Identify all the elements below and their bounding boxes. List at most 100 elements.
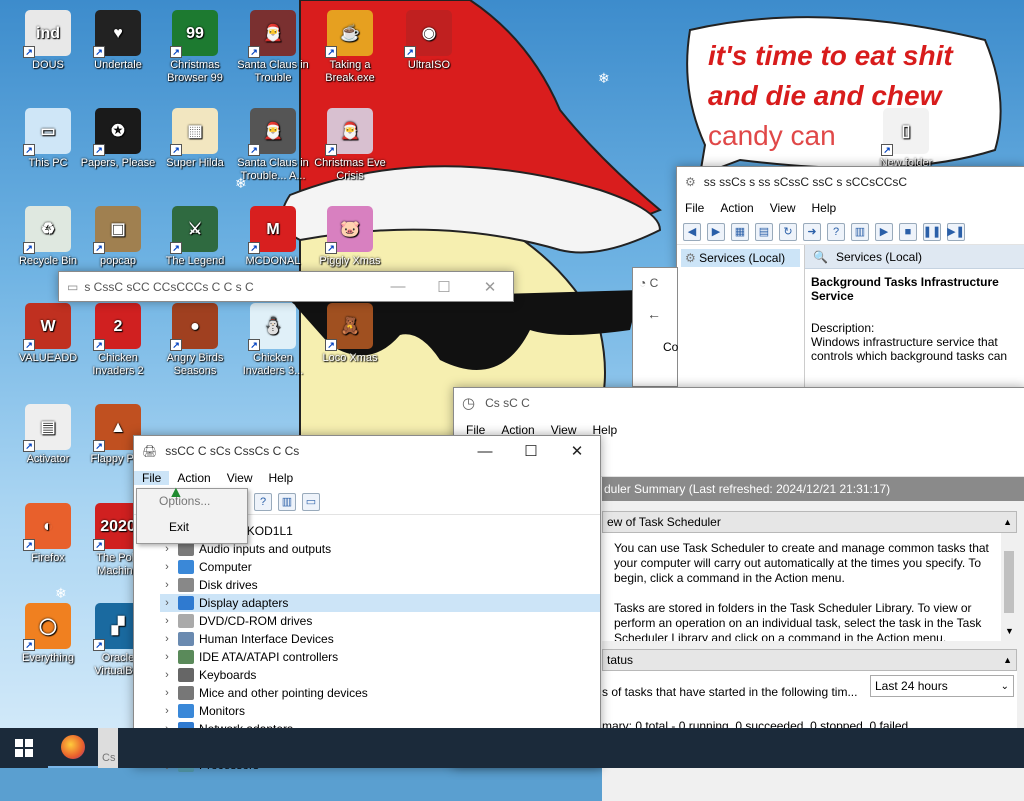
monitor-icon[interactable]: ▭	[302, 492, 320, 511]
desktop-icon[interactable]: 🎅 ↗ Santa Claus in Trouble... A...	[235, 108, 311, 183]
menu-view[interactable]: View	[219, 471, 261, 485]
desktop-icon[interactable]: 99 ↗ Christmas Browser 99	[157, 10, 233, 85]
start-button[interactable]	[0, 728, 48, 768]
chevron-right-icon[interactable]: ›	[160, 705, 174, 717]
chevron-right-icon[interactable]: ›	[160, 687, 174, 699]
desktop-icon[interactable]: ind ↗ DOUS	[10, 10, 86, 72]
desktop-icon[interactable]: ◯ ↗ Everything	[10, 603, 86, 665]
chevron-right-icon[interactable]: ›	[160, 633, 174, 645]
chevron-right-icon[interactable]: ›	[160, 579, 174, 591]
view-icon[interactable]: ▥	[278, 492, 296, 511]
desktop-icon[interactable]: ◉ ↗ UltraISO	[391, 10, 467, 72]
desktop-icon[interactable]: 🎅 ↗ Christmas Eve Crisis	[312, 108, 388, 183]
menu-action[interactable]: Action	[712, 201, 761, 215]
background-window[interactable]: ◔ C ← Co	[632, 267, 678, 387]
device-category[interactable]: › Computer	[160, 558, 600, 576]
desktop-icon[interactable]: ▦ ↗ Super Hilda	[157, 108, 233, 170]
desktop-icon[interactable]: M ↗ MCDONAL	[235, 206, 311, 268]
device-category[interactable]: › Human Interface Devices	[160, 630, 600, 648]
desktop-icon[interactable]: ▯ ↗ New folder	[868, 108, 944, 170]
desktop-icon[interactable]: ☕ ↗ Taking a Break.exe	[312, 10, 388, 85]
restart-icon[interactable]: ▶❚	[947, 222, 965, 241]
desktop-icon[interactable]: ▤ ↗ Activator	[10, 404, 86, 466]
desktop-icon[interactable]: ▭ ↗ This PC	[10, 108, 86, 170]
back-icon[interactable]: ◀	[683, 222, 701, 241]
chevron-right-icon[interactable]: ›	[160, 669, 174, 681]
menu-item-options[interactable]: Options...	[137, 489, 247, 517]
services-window[interactable]: ⚙ ss ssCs s ss sCssC ssC s sCCsCCsC File A…	[676, 166, 1024, 396]
task-scheduler-titlebar[interactable]: ◷ Cs sC C	[454, 388, 1024, 418]
forward-icon[interactable]: ▶	[707, 222, 725, 241]
menu-item-exit[interactable]: Exit	[137, 517, 247, 543]
desktop-icon-label: Santa Claus in Trouble	[237, 59, 309, 84]
menu-view[interactable]: View	[762, 201, 804, 215]
chevron-right-icon[interactable]: ›	[160, 597, 174, 609]
services-titlebar[interactable]: ⚙ ss ssCs s ss sCssC ssC s sCCsCCsC	[677, 167, 1024, 197]
chevron-right-icon[interactable]: ›	[160, 561, 174, 573]
export-icon[interactable]: ➜	[803, 222, 821, 241]
minimize-button[interactable]: —	[375, 272, 421, 302]
period-select[interactable]: Last 24 hours ⌄	[870, 675, 1014, 697]
device-category[interactable]: › DVD/CD-ROM drives	[160, 612, 600, 630]
device-category[interactable]: › Monitors	[160, 702, 600, 720]
small-window-titlebar[interactable]: ▭ s CssC sCC CCsCCCs C C s C — ☐ ✕	[59, 272, 513, 301]
collapse-icon[interactable]: ▲	[1003, 517, 1012, 527]
device-category[interactable]: › Keyboards	[160, 666, 600, 684]
back-arrow-icon[interactable]: ←	[633, 298, 677, 330]
desktop-icon[interactable]: ◐ ↗ Firefox	[10, 503, 86, 565]
desktop-icon[interactable]: ✪ ↗ Papers, Please	[80, 108, 156, 170]
desktop-icon[interactable]: 🐷 ↗ Piggly Xmas	[312, 206, 388, 268]
desktop-icon[interactable]: ▣ ↗ popcap	[80, 206, 156, 268]
device-category-label: Mice and other pointing devices	[199, 686, 368, 700]
desktop-icon[interactable]: ● ↗ Angry Birds Seasons	[157, 303, 233, 378]
desktop-icon[interactable]: ⛄ ↗ Chicken Invaders 3...	[235, 303, 311, 378]
desktop-icon[interactable]: ⚔ ↗ The Legend	[157, 206, 233, 268]
help-icon[interactable]: ?	[827, 222, 845, 241]
shortcut-arrow-icon: ↗	[93, 339, 105, 351]
chevron-right-icon[interactable]: ›	[160, 615, 174, 627]
desktop-icon[interactable]: ♥ ↗ Undertale	[80, 10, 156, 72]
maximize-button[interactable]: ☐	[508, 436, 554, 466]
desktop-icon[interactable]: ♻ ↗ Recycle Bin	[10, 206, 86, 268]
stop-icon[interactable]: ■	[899, 222, 917, 241]
minimize-button[interactable]: —	[462, 436, 508, 466]
device-category[interactable]: › IDE ATA/ATAPI controllers	[160, 648, 600, 666]
menu-action[interactable]: Action	[169, 471, 218, 485]
menu-file[interactable]: File	[677, 201, 712, 215]
desktop-icon-label: DOUS	[32, 59, 64, 71]
menu-help[interactable]: Help	[804, 201, 845, 215]
console-tree-icon[interactable]: ▦	[731, 222, 749, 241]
shortcut-arrow-icon: ↗	[170, 242, 182, 254]
desktop-icon[interactable]: 🎅 ↗ Santa Claus in Trouble	[235, 10, 311, 85]
menu-help[interactable]: Help	[261, 471, 302, 485]
scroll-down-icon[interactable]: ▼	[1005, 624, 1014, 639]
small-window[interactable]: ▭ s CssC sCC CCsCCCs C C s C — ☐ ✕	[58, 271, 514, 302]
status-section-header[interactable]: tatus ▲	[602, 649, 1017, 671]
collapse-icon[interactable]: ▲	[1003, 655, 1012, 665]
view-icon[interactable]: ▥	[851, 222, 869, 241]
close-button[interactable]: ✕	[467, 272, 513, 302]
taskbar-search[interactable]: Cs	[98, 728, 118, 768]
device-manager-window[interactable]: 🖨 ssCC C sCs CssCs C Cs — ☐ ✕ File Action View…	[133, 435, 601, 772]
refresh-icon[interactable]: ↻	[779, 222, 797, 241]
scrollbar[interactable]: ▼	[1001, 533, 1017, 641]
maximize-button[interactable]: ☐	[421, 272, 467, 302]
pause-icon[interactable]: ❚❚	[923, 222, 941, 241]
desktop-icon[interactable]: W ↗ VALUEADD	[10, 303, 86, 365]
device-manager-titlebar[interactable]: 🖨 ssCC C sCs CssCs C Cs — ☐ ✕	[134, 436, 600, 466]
help-icon[interactable]: ?	[254, 492, 272, 511]
desktop-icon[interactable]: 2 ↗ Chicken Invaders 2	[80, 303, 156, 378]
play-icon[interactable]: ▶	[875, 222, 893, 241]
desktop-icon[interactable]: 🧸 ↗ Loco Xmas	[312, 303, 388, 365]
overview-section-header[interactable]: ew of Task Scheduler ▲	[602, 511, 1017, 533]
firefox-taskbar-icon[interactable]	[48, 728, 98, 768]
menu-file[interactable]: File	[134, 471, 170, 485]
device-category[interactable]: › Mice and other pointing devices	[160, 684, 600, 702]
properties-icon[interactable]: ▤	[755, 222, 773, 241]
device-category[interactable]: › Disk drives	[160, 576, 600, 594]
chevron-right-icon[interactable]: ›	[160, 651, 174, 663]
tree-item-services-local[interactable]: ⚙ Services (Local)	[681, 249, 800, 267]
close-button[interactable]: ✕	[554, 436, 600, 466]
chevron-right-icon[interactable]: ›	[160, 543, 174, 555]
device-category[interactable]: › Display adapters	[160, 594, 600, 612]
